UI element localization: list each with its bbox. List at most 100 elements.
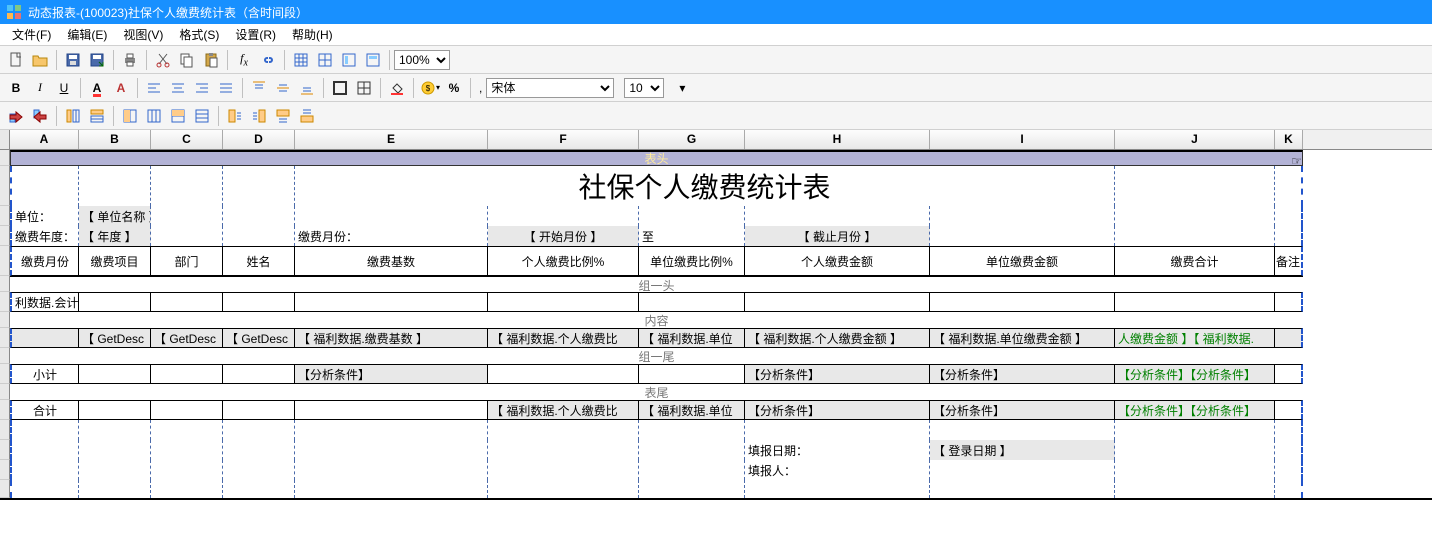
align-left-icon[interactable] — [143, 77, 165, 99]
percent-icon[interactable]: % — [443, 77, 465, 99]
border-outer-icon[interactable] — [329, 77, 351, 99]
grid1-icon[interactable] — [290, 49, 312, 71]
svg-text:$: $ — [426, 84, 431, 93]
currency-icon[interactable]: $▾ — [419, 77, 441, 99]
print-icon[interactable] — [119, 49, 141, 71]
menu-format[interactable]: 格式(S) — [171, 24, 227, 45]
month-start[interactable]: 【 开始月份 】 — [488, 226, 639, 246]
t3-btn-10[interactable] — [248, 105, 270, 127]
t3-btn-2[interactable] — [29, 105, 51, 127]
save-icon[interactable] — [62, 49, 84, 71]
col-head-J[interactable]: J — [1115, 130, 1275, 149]
col-head-D[interactable]: D — [223, 130, 295, 149]
filldate-value[interactable]: 【 登录日期 】 — [930, 440, 1115, 460]
t3-btn-9[interactable] — [224, 105, 246, 127]
month-end[interactable]: 【 截止月份 】 — [745, 226, 930, 246]
total-row: 合计 【 福利数据.个人缴费比 【 福利数据.单位 【分析条件】 【分析条件】 … — [0, 400, 1432, 420]
st-I[interactable]: 【分析条件】 — [930, 364, 1115, 384]
align-right-icon[interactable] — [191, 77, 213, 99]
col-head-I[interactable]: I — [930, 130, 1115, 149]
unit-value[interactable]: 【 单位名称 】 — [79, 206, 151, 226]
cut-icon[interactable] — [152, 49, 174, 71]
tt-F[interactable]: 【 福利数据.个人缴费比 — [488, 400, 639, 420]
ct-F[interactable]: 【 福利数据.个人缴费比 — [488, 328, 639, 348]
st-E[interactable]: 【分析条件】 — [295, 364, 488, 384]
bold-icon[interactable]: B — [5, 77, 27, 99]
valign-bottom-icon[interactable] — [296, 77, 318, 99]
font-color-icon[interactable]: A — [86, 77, 108, 99]
header-row: 缴费月份 缴费项目 部门 姓名 缴费基数 个人缴费比例% 单位缴费比例% 个人缴… — [0, 246, 1432, 276]
link-icon[interactable] — [257, 49, 279, 71]
menu-help[interactable]: 帮助(H) — [284, 24, 341, 45]
valign-middle-icon[interactable] — [272, 77, 294, 99]
border-all-icon[interactable] — [353, 77, 375, 99]
t3-btn-3[interactable] — [62, 105, 84, 127]
menu-file[interactable]: 文件(F) — [4, 24, 59, 45]
ct-H[interactable]: 【 福利数据.个人缴费金额 】 — [745, 328, 930, 348]
t3-btn-1[interactable] — [5, 105, 27, 127]
st-H[interactable]: 【分析条件】 — [745, 364, 930, 384]
st-J[interactable]: 【分析条件】【分析条件】 — [1115, 364, 1275, 384]
font-combo[interactable]: 宋体 — [486, 78, 614, 98]
col-head-A[interactable]: A — [10, 130, 79, 149]
ct-E[interactable]: 【 福利数据.缴费基数 】 — [295, 328, 488, 348]
tt-A: 合计 — [10, 400, 79, 420]
ct-D[interactable]: 【 GetDesc — [223, 328, 295, 348]
menu-settings[interactable]: 设置(R) — [227, 24, 284, 45]
content-row: 【 GetDesc 【 GetDesc 【 GetDesc 【 福利数据.缴费基… — [0, 328, 1432, 348]
month-label: 缴费月份： — [295, 226, 488, 246]
grid2-icon[interactable] — [314, 49, 336, 71]
t3-btn-8[interactable] — [191, 105, 213, 127]
grid4-icon[interactable] — [362, 49, 384, 71]
open-icon[interactable] — [29, 49, 51, 71]
col-head-F[interactable]: F — [488, 130, 639, 149]
underline-icon[interactable]: U — [53, 77, 75, 99]
toolbar-3 — [0, 102, 1432, 130]
menu-edit[interactable]: 编辑(E) — [59, 24, 115, 45]
ct-G[interactable]: 【 福利数据.单位 — [639, 328, 745, 348]
tt-J[interactable]: 【分析条件】【分析条件】 — [1115, 400, 1275, 420]
fx-icon[interactable]: fx — [233, 49, 255, 71]
zoom-combo[interactable]: 100% — [394, 50, 450, 70]
italic-icon[interactable]: I — [29, 77, 51, 99]
tt-I[interactable]: 【分析条件】 — [930, 400, 1115, 420]
year-value[interactable]: 【 年度 】 — [79, 226, 151, 246]
tt-G[interactable]: 【 福利数据.单位 — [639, 400, 745, 420]
paste-icon[interactable] — [200, 49, 222, 71]
toolbar-2: B I U A A $▾ % , 宋体 10 ▾ — [0, 74, 1432, 102]
t3-btn-5[interactable] — [119, 105, 141, 127]
t3-btn-4[interactable] — [86, 105, 108, 127]
font-color2-icon[interactable]: A — [110, 77, 132, 99]
ct-J[interactable]: 人缴费金额 】【 福利数据. — [1115, 328, 1275, 348]
t3-btn-7[interactable] — [167, 105, 189, 127]
fontsize-combo[interactable]: 10 — [624, 78, 664, 98]
col-head-G[interactable]: G — [639, 130, 745, 149]
grid3-icon[interactable] — [338, 49, 360, 71]
align-justify-icon[interactable] — [215, 77, 237, 99]
col-head-C[interactable]: C — [151, 130, 223, 149]
tt-H[interactable]: 【分析条件】 — [745, 400, 930, 420]
align-center-icon[interactable] — [167, 77, 189, 99]
menu-view[interactable]: 视图(V) — [115, 24, 171, 45]
col-head-B[interactable]: B — [79, 130, 151, 149]
t3-btn-12[interactable] — [296, 105, 318, 127]
fill-color-icon[interactable] — [386, 77, 408, 99]
col-head-K[interactable]: K — [1275, 130, 1303, 149]
subtotal-row: 小计 【分析条件】 【分析条件】 【分析条件】 【分析条件】【分析条件】 — [0, 364, 1432, 384]
col-head-H[interactable]: H — [745, 130, 930, 149]
saveas-icon[interactable] — [86, 49, 108, 71]
t3-btn-11[interactable] — [272, 105, 294, 127]
ct-I[interactable]: 【 福利数据.单位缴费金额 】 — [930, 328, 1115, 348]
valign-top-icon[interactable] — [248, 77, 270, 99]
new-icon[interactable] — [5, 49, 27, 71]
copy-icon[interactable] — [176, 49, 198, 71]
select-all-corner[interactable] — [0, 130, 10, 149]
dropdown-icon[interactable]: ▾ — [671, 77, 693, 99]
ct-B[interactable]: 【 GetDesc — [79, 328, 151, 348]
column-headers: ABCDEFGHIJK — [0, 130, 1432, 150]
col-head-E[interactable]: E — [295, 130, 488, 149]
ct-C[interactable]: 【 GetDesc — [151, 328, 223, 348]
g1-A: 利数据.会计 — [10, 292, 79, 312]
section-g1foot: 组一尾 — [0, 348, 1432, 364]
t3-btn-6[interactable] — [143, 105, 165, 127]
